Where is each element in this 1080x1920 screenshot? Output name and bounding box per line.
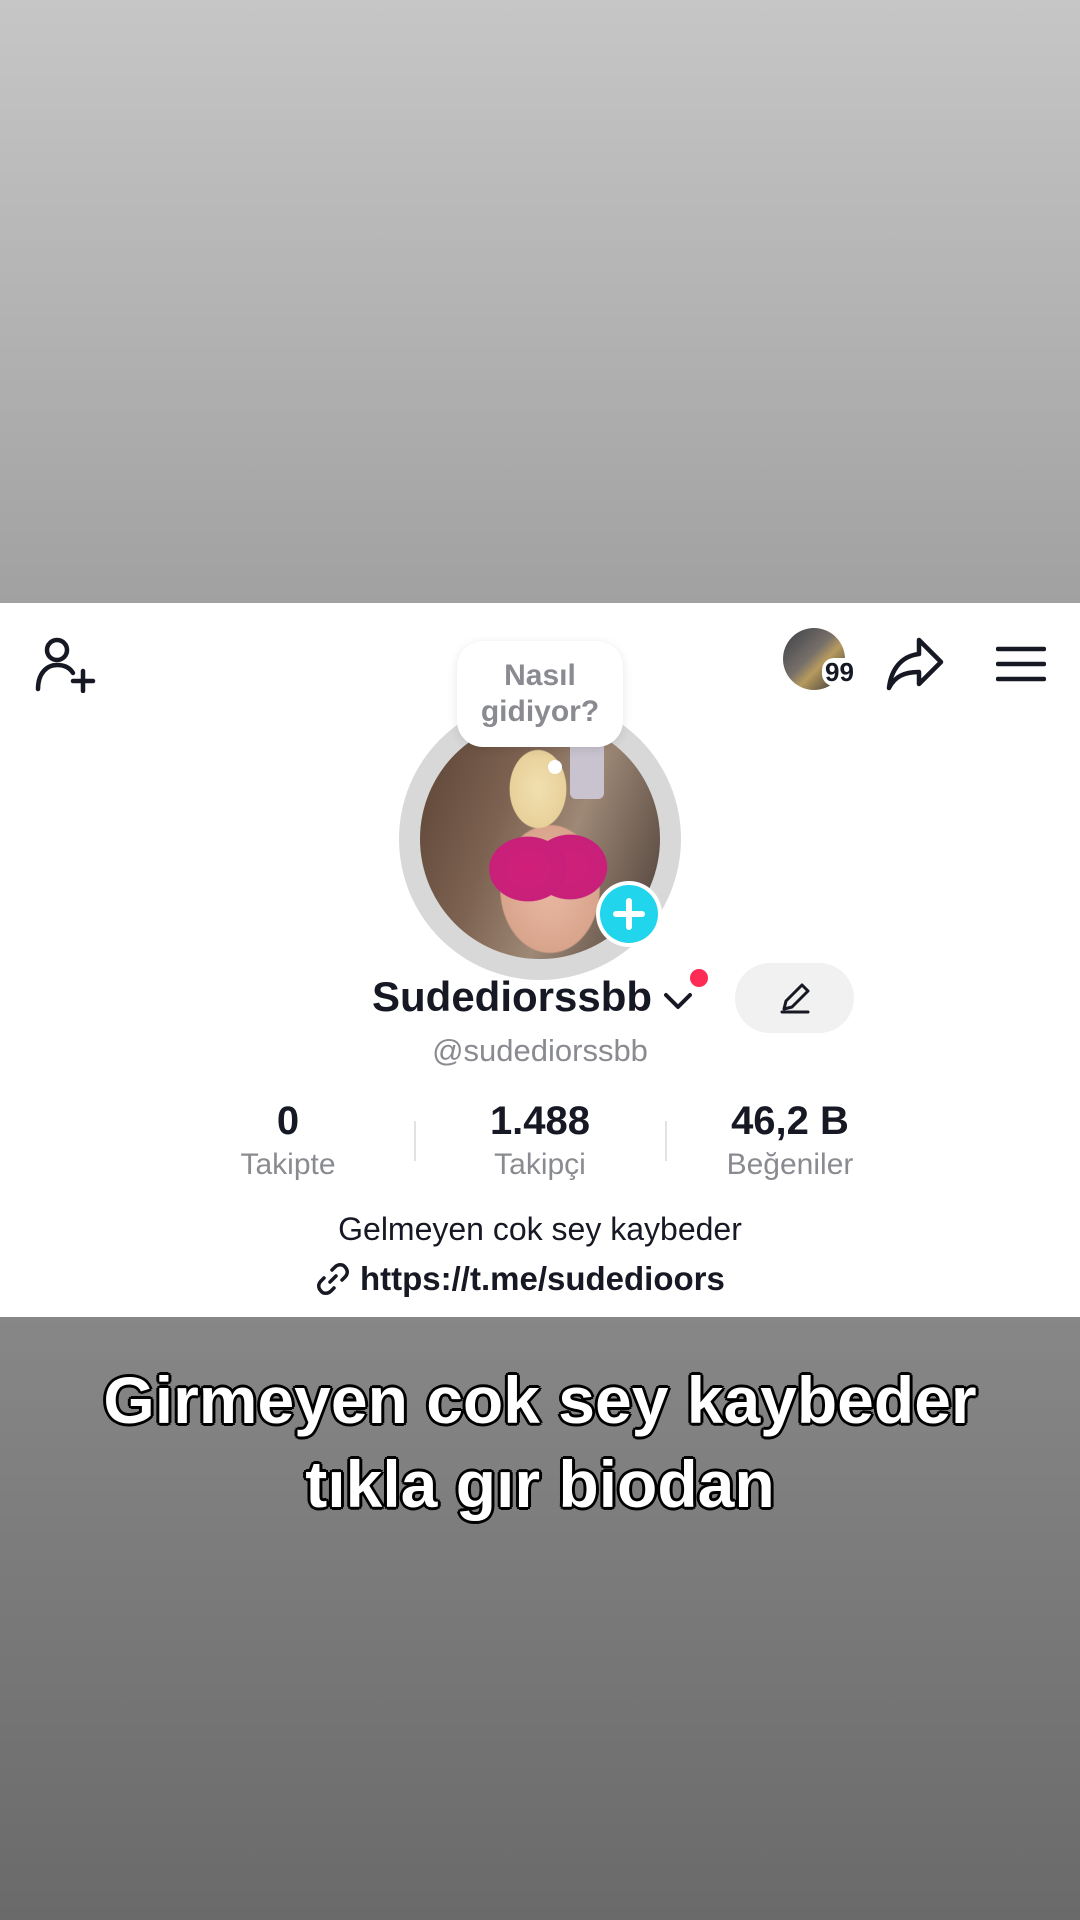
link-chain-icon (317, 1263, 349, 1295)
caption-line-2: tıkla gır biodan (305, 1447, 775, 1521)
status-bubble-tail (548, 760, 562, 774)
profile-bio: Gelmeyen cok sey kaybeder (338, 1211, 742, 1247)
stat-label: Beğeniler (726, 1148, 854, 1181)
bio-link[interactable]: https://t.me/sudedioors (316, 1259, 725, 1299)
profile-screenshot: 99 Nasıl gidiyor? Sudediorssbb @sudedior… (0, 603, 1080, 1317)
pencil-icon (780, 983, 809, 1014)
username-handle: @sudediorssbb (432, 1033, 648, 1068)
edit-profile-button[interactable] (735, 963, 854, 1033)
stat-divider (414, 1121, 416, 1161)
stat-likes[interactable]: 46,2 B Beğeniler (680, 1098, 900, 1184)
phone-in-photo (570, 739, 604, 799)
add-user-icon (35, 637, 96, 693)
display-name[interactable]: Sudediorssbb (372, 973, 652, 1021)
stat-value: 1.488 (489, 1099, 591, 1143)
notification-count-badge: 99 (822, 658, 857, 686)
status-bubble[interactable]: Nasıl gidiyor? (457, 641, 623, 747)
stat-value: 46,2 B (731, 1099, 849, 1143)
add-friend-button[interactable] (28, 629, 104, 699)
stat-label: Takipte (240, 1148, 336, 1181)
notification-dot (690, 969, 708, 987)
bio-link-text[interactable]: https://t.me/sudedioors (360, 1260, 725, 1298)
video-background-top (0, 0, 1080, 603)
caption-line-1: Girmeyen cok sey kaybeder (103, 1363, 977, 1437)
stat-followers[interactable]: 1.488 Takipçi (430, 1098, 650, 1184)
plus-icon (613, 898, 645, 930)
stat-divider (665, 1121, 667, 1161)
menu-button[interactable] (986, 631, 1056, 697)
video-caption-overlay: Girmeyen cok sey kaybeder tıkla gır biod… (0, 1358, 1080, 1526)
add-story-button[interactable] (596, 881, 662, 947)
stat-value: 0 (276, 1099, 300, 1143)
chevron-down-icon[interactable] (662, 985, 694, 1017)
share-button[interactable] (880, 629, 950, 699)
stat-label: Takipçi (494, 1148, 586, 1181)
status-bubble-line-2: gidiyor? (480, 695, 600, 728)
stat-following[interactable]: 0 Takipte (178, 1098, 398, 1184)
hamburger-menu-icon (996, 646, 1046, 682)
status-bubble-line-1: Nasıl (504, 659, 576, 692)
share-arrow-icon (886, 637, 944, 691)
